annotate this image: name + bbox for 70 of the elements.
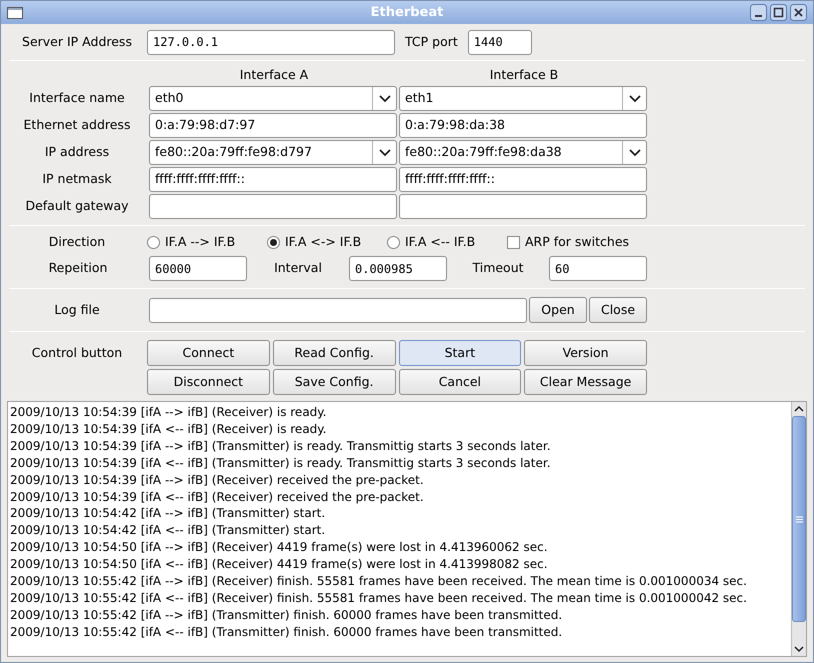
field-label: Timeout: [472, 259, 524, 278]
scrollbar[interactable]: [791, 402, 806, 656]
log-line: 2009/10/13 10:55:42 [ifA --> ifB] (Transmitter) finish. 60000 frames have been transmitted.: [10, 606, 564, 624]
close-icon[interactable]: [790, 4, 807, 21]
chevron-down-icon: [378, 148, 390, 156]
control-button[interactable]: Read Config.: [272, 340, 396, 366]
log-line: 2009/10/13 10:54:50 [ifA --> ifB] (Receiver) 4419 frame(s) were lost in 4.413960062 sec.: [10, 539, 549, 556]
window-menu-icon[interactable]: [7, 6, 23, 18]
combo-box[interactable]: fe80::20a:79ff:fe98:d797: [149, 140, 397, 165]
radio-option[interactable]: IF.A --> IF.B: [147, 232, 267, 252]
text-field[interactable]: [149, 298, 527, 322]
chevron-down-icon: [628, 148, 640, 156]
radio-option[interactable]: IF.A <-- IF.B: [387, 232, 507, 252]
log-file-button[interactable]: Open: [529, 297, 587, 323]
text-field[interactable]: 60000: [149, 256, 247, 281]
text-field[interactable]: 0.000985: [349, 256, 447, 281]
chevron-down-icon: [378, 94, 390, 102]
log-line: 2009/10/13 10:54:50 [ifA <-- ifB] (Receiver) 4419 frame(s) were lost in 4.413998082 sec.: [10, 556, 549, 574]
field-label: Control button: [32, 344, 122, 362]
text-field[interactable]: 1440: [468, 30, 532, 54]
column-header: Interface A: [240, 66, 308, 84]
text-field[interactable]: 60: [549, 256, 647, 281]
text-field[interactable]: 0:a:79:98:da:38: [399, 113, 647, 138]
minimize-icon[interactable]: [750, 4, 767, 21]
combo-box[interactable]: eth0: [149, 86, 397, 111]
text-field[interactable]: 0:a:79:98:d7:97: [149, 113, 397, 138]
field-label: Repeition: [48, 259, 108, 278]
control-button[interactable]: Save Config.: [272, 369, 396, 395]
log-line: 2009/10/13 10:54:39 [ifA --> ifB] (Transmitter) is ready. Transmittig starts 3 seconds later.: [10, 438, 552, 455]
field-label: IP netmask: [42, 170, 112, 188]
log-line: 2009/10/13 10:54:39 [ifA --> ifB] (Receiver) is ready.: [10, 404, 328, 421]
control-button[interactable]: Disconnect: [147, 369, 270, 395]
field-label: Log file: [54, 300, 100, 319]
log-file-button[interactable]: Close: [589, 297, 647, 323]
text-field[interactable]: 127.0.0.1: [147, 30, 395, 54]
control-button[interactable]: Start: [398, 340, 522, 366]
log-line: 2009/10/13 10:54:39 [ifA <-- ifB] (Transmitter) is ready. Transmittig starts 3 seconds later.: [10, 454, 552, 472]
checkbox[interactable]: ARP for switches: [507, 232, 630, 252]
field-label: Ethernet address: [24, 116, 130, 134]
field-label: TCP port: [405, 32, 458, 51]
log-line: 2009/10/13 10:55:42 [ifA <-- ifB] (Transmitter) finish. 60000 frames have been transmitted.: [10, 624, 564, 641]
radio-option[interactable]: IF.A <-> IF.B: [267, 232, 387, 252]
control-button[interactable]: Cancel: [398, 369, 522, 395]
field-label: IP address: [44, 143, 110, 162]
chevron-down-icon: [628, 94, 640, 102]
text-field[interactable]: ffff:ffff:ffff:ffff::: [149, 167, 397, 192]
field-label: Server IP Address: [22, 32, 132, 51]
text-field[interactable]: [399, 194, 647, 219]
control-button[interactable]: Clear Message: [524, 369, 647, 395]
control-button[interactable]: Version: [524, 340, 647, 366]
field-label: Interval: [274, 259, 322, 278]
field-label: Interface name: [29, 89, 125, 108]
combo-box[interactable]: eth1: [399, 86, 647, 111]
control-button[interactable]: Connect: [147, 340, 270, 366]
column-header: Interface B: [490, 66, 558, 84]
scroll-thumb[interactable]: [792, 416, 806, 622]
text-field[interactable]: [149, 194, 397, 219]
log-line: 2009/10/13 10:54:39 [ifA <-- ifB] (Receiver) is ready.: [10, 420, 328, 438]
log-line: 2009/10/13 10:54:42 [ifA <-- ifB] (Transmitter) start.: [10, 522, 326, 540]
log-line: 2009/10/13 10:54:39 [ifA --> ifB] (Receiver) received the pre-packet.: [10, 472, 425, 489]
log-line: 2009/10/13 10:55:42 [ifA --> ifB] (Receiver) finish. 55581 frames have been received. The mean time is 0.001000034 sec.: [10, 573, 748, 590]
log-line: 2009/10/13 10:54:42 [ifA --> ifB] (Transmitter) start.: [10, 505, 326, 522]
window-title: Etherbeat: [370, 4, 444, 22]
text-field[interactable]: ffff:ffff:ffff:ffff::: [399, 167, 647, 192]
log-line: 2009/10/13 10:54:39 [ifA <-- ifB] (Receiver) received the pre-packet.: [10, 488, 425, 506]
maximize-icon[interactable]: [770, 4, 787, 21]
field-label: Default gateway: [25, 197, 129, 216]
combo-box[interactable]: fe80::20a:79ff:fe98:da38: [399, 140, 647, 165]
log-line: 2009/10/13 10:55:42 [ifA <-- ifB] (Receiver) finish. 55581 frames have been received. The mean time is 0.001000042 sec.: [10, 590, 748, 607]
field-label: Direction: [48, 232, 106, 251]
